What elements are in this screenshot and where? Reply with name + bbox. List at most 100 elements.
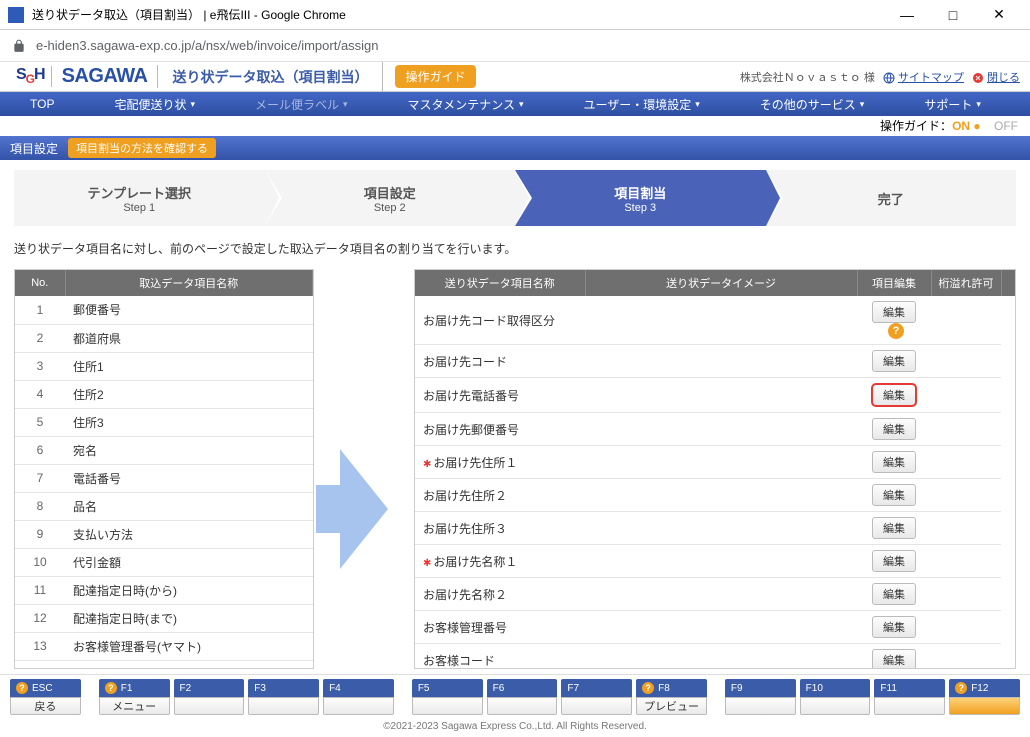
- edit-button[interactable]: 編集: [872, 418, 916, 440]
- table-row[interactable]: 10代引金額: [15, 548, 313, 576]
- table-row[interactable]: 13お客様管理番号(ヤマト): [15, 632, 313, 660]
- window-title: 送り状データ取込（項目割当） | e飛伝III - Google Chrome: [32, 6, 884, 23]
- operation-guide-button[interactable]: 操作ガイド: [395, 65, 475, 88]
- table-row: お届け先住所３ 編集: [415, 512, 1015, 545]
- row-name: 配達指定日時(から): [65, 576, 313, 604]
- edit-button[interactable]: 編集: [872, 517, 916, 539]
- nav-item[interactable]: 宅配便送り状▾: [84, 92, 225, 116]
- row-name: お届け先郵便番号: [415, 413, 585, 446]
- table-row[interactable]: 1郵便番号: [15, 296, 313, 324]
- table-row: お客様コード編集: [415, 644, 1015, 670]
- row-name: お届け先住所１: [415, 446, 585, 479]
- row-image: [585, 446, 857, 479]
- table-row[interactable]: 4住所2: [15, 380, 313, 408]
- row-image: [585, 413, 857, 446]
- table-row[interactable]: 2都道府県: [15, 324, 313, 352]
- nav-item[interactable]: TOP: [0, 92, 84, 116]
- fk-button[interactable]: 戻る: [10, 697, 81, 715]
- row-no: 7: [15, 464, 65, 492]
- table-row[interactable]: 12配達指定日時(まで): [15, 604, 313, 632]
- fk-button[interactable]: メニュー: [99, 697, 170, 715]
- row-image: [585, 611, 857, 644]
- right-table: 送り状データ項目名称送り状データイメージ項目編集桁溢れ許可 お届け先コード取得区…: [415, 270, 1015, 669]
- row-name: 住所1: [65, 352, 313, 380]
- close-circle-icon: [972, 72, 984, 84]
- minimize-button[interactable]: —: [884, 0, 930, 30]
- row-no: 11: [15, 576, 65, 604]
- row-no: 9: [15, 520, 65, 548]
- guide-on[interactable]: ON: [952, 119, 970, 133]
- company-label: 株式会社Ｎｏｖａｓｔｏ 様: [740, 69, 875, 85]
- row-overflow-cell: [931, 578, 1001, 611]
- row-edit-cell: 編集: [857, 545, 931, 578]
- confirm-method-button[interactable]: 項目割当の方法を確認する: [68, 138, 216, 158]
- fk-label: ?F1: [99, 679, 170, 697]
- edit-button[interactable]: 編集: [872, 550, 916, 572]
- address-bar: e-hiden3.sagawa-exp.co.jp/a/nsx/web/invo…: [0, 30, 1030, 62]
- row-name: 都道府県: [65, 324, 313, 352]
- edit-button[interactable]: 編集: [872, 484, 916, 506]
- table-row[interactable]: 3住所1: [15, 352, 313, 380]
- step: 完了: [766, 170, 1017, 226]
- table-row[interactable]: 8品名: [15, 492, 313, 520]
- table-row[interactable]: 6宛名: [15, 436, 313, 464]
- row-image: [585, 512, 857, 545]
- row-image: [585, 378, 857, 413]
- table-row[interactable]: 9支払い方法: [15, 520, 313, 548]
- fk-label: F3: [248, 679, 319, 697]
- row-image: [585, 479, 857, 512]
- row-overflow-cell: [931, 446, 1001, 479]
- row-name: 代引金額: [65, 548, 313, 576]
- page-title: 送り状データ取込（項目割当）: [158, 62, 383, 92]
- table-row: お届け先コード編集: [415, 345, 1015, 378]
- edit-button[interactable]: 編集: [871, 383, 917, 407]
- edit-button[interactable]: 編集: [872, 350, 916, 372]
- edit-button[interactable]: 編集: [872, 616, 916, 638]
- right-table-wrap[interactable]: 送り状データ項目名称送り状データイメージ項目編集桁溢れ許可 お届け先コード取得区…: [414, 269, 1016, 669]
- nav-item[interactable]: ユーザー・環境設定▾: [553, 92, 729, 116]
- brand-sagawa: SAGAWA: [52, 65, 159, 88]
- table-row[interactable]: 5住所3: [15, 408, 313, 436]
- fk-label: F4: [323, 679, 394, 697]
- row-name: お届け先住所３: [415, 512, 585, 545]
- nav-item[interactable]: その他のサービス▾: [730, 92, 895, 116]
- maximize-button[interactable]: □: [930, 0, 976, 30]
- guide-off[interactable]: OFF: [994, 119, 1018, 133]
- left-table-wrap[interactable]: No.取込データ項目名称 1郵便番号2都道府県3住所14住所25住所36宛名7電…: [14, 269, 314, 669]
- row-name: 品名: [65, 492, 313, 520]
- row-name: お客様管理番号(ヤマト): [65, 632, 313, 660]
- row-no: 1: [15, 296, 65, 324]
- row-overflow-cell: [931, 512, 1001, 545]
- globe-icon: [883, 72, 895, 84]
- fk-button[interactable]: プレビュー: [636, 697, 707, 715]
- edit-button[interactable]: 編集: [872, 451, 916, 473]
- close-window-button[interactable]: ✕: [976, 0, 1022, 30]
- table-header: 項目編集: [857, 270, 931, 296]
- row-edit-cell: 編集: [857, 345, 931, 378]
- nav-item[interactable]: サポート▾: [894, 92, 1011, 116]
- fk-label: F5: [412, 679, 483, 697]
- edit-button[interactable]: 編集: [872, 583, 916, 605]
- edit-button[interactable]: 編集: [872, 301, 916, 323]
- row-image: [585, 345, 857, 378]
- row-edit-cell: 編集: [857, 611, 931, 644]
- row-name: お届け先住所２: [415, 479, 585, 512]
- row-overflow-cell: [931, 611, 1001, 644]
- edit-button[interactable]: 編集: [872, 649, 916, 669]
- table-header: No.: [15, 270, 65, 296]
- sitemap-link[interactable]: サイトマップ: [898, 72, 964, 84]
- nav-item[interactable]: メール便ラベル▾: [225, 92, 378, 116]
- fk-label: ?F8: [636, 679, 707, 697]
- help-icon[interactable]: ?: [888, 323, 904, 339]
- footer: ©2021-2023 Sagawa Express Co.,Ltd. All R…: [0, 717, 1030, 737]
- fk-label: ?F12: [949, 679, 1020, 697]
- fk-label: F7: [561, 679, 632, 697]
- table-row[interactable]: 7電話番号: [15, 464, 313, 492]
- table-row[interactable]: 11配達指定日時(から): [15, 576, 313, 604]
- section-title: 項目設定: [10, 140, 58, 157]
- app-header: SGH SAGAWA 送り状データ取込（項目割当） 操作ガイド 株式会社Ｎｏｖａ…: [0, 62, 1030, 92]
- table-row: お届け先住所１ 編集: [415, 446, 1015, 479]
- close-link[interactable]: 閉じる: [987, 72, 1020, 84]
- nav-item[interactable]: マスタメンテナンス▾: [378, 92, 554, 116]
- row-name: お届け先コード取得区分: [415, 296, 585, 345]
